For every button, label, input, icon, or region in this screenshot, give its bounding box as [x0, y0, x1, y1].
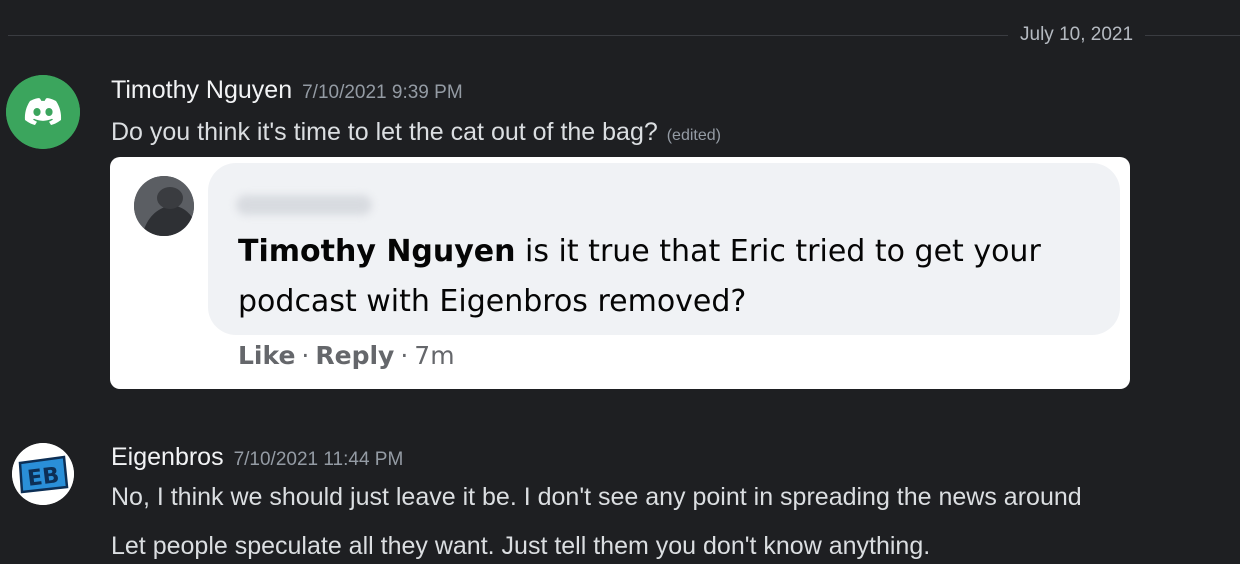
message-text: Do you think it's time to let the cat ou… — [111, 118, 658, 146]
timestamp[interactable]: 7/10/2021 9:39 PM — [302, 82, 463, 103]
timestamp[interactable]: 7/10/2021 11:44 PM — [234, 449, 404, 470]
avatar[interactable] — [6, 75, 80, 149]
blurred-name — [236, 195, 372, 215]
comment-time: 7m — [414, 341, 455, 370]
reply-link: Reply — [315, 341, 395, 370]
discord-icon — [6, 75, 80, 149]
separator: · — [301, 341, 310, 370]
avatar-text: EB — [26, 463, 61, 492]
commenter-avatar — [134, 176, 194, 236]
username[interactable]: Eigenbros — [111, 443, 224, 471]
username[interactable]: Timothy Nguyen — [111, 76, 292, 104]
message-text: No, I think we should just leave it be. … — [111, 483, 1082, 511]
message-header: Timothy Nguyen 7/10/2021 9:39 PM — [111, 76, 463, 105]
comment-mention: Timothy Nguyen — [238, 234, 516, 269]
message-text: Let people speculate all they want. Just… — [111, 532, 931, 560]
divider-date: July 10, 2021 — [1008, 23, 1146, 47]
message-content: Do you think it's time to let the cat ou… — [111, 116, 721, 152]
separator: · — [400, 341, 409, 370]
eigenbros-logo: EB — [12, 443, 74, 505]
like-link: Like — [238, 341, 296, 370]
image-attachment[interactable]: Timothy Nguyen is it true that Eric trie… — [110, 157, 1130, 389]
message-header: Eigenbros 7/10/2021 11:44 PM — [111, 443, 403, 472]
edited-label: (edited) — [666, 127, 721, 144]
comment-bubble: Timothy Nguyen is it true that Eric trie… — [208, 163, 1120, 335]
comment-actions: Like · Reply · 7m — [238, 341, 455, 370]
avatar[interactable]: EB — [12, 443, 74, 505]
comment-text: Timothy Nguyen is it true that Eric trie… — [238, 227, 1118, 327]
